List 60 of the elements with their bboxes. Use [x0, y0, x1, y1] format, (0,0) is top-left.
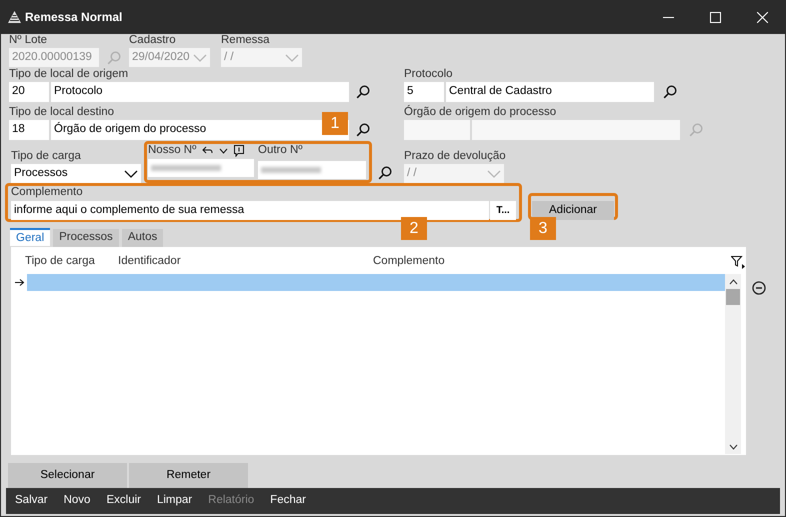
field-label: Nº Lote: [9, 34, 48, 47]
column-header[interactable]: Complemento: [373, 253, 723, 271]
field-label: Prazo de devolução: [404, 150, 506, 163]
column-header[interactable]: Identificador: [118, 253, 373, 271]
field-label: Tipo de local de origem: [9, 68, 130, 81]
remove-icon[interactable]: [752, 281, 766, 295]
action-button[interactable]: Remeter: [129, 463, 248, 488]
toolbar-button[interactable]: Novo: [64, 492, 90, 510]
row-pointer-icon: [15, 278, 25, 287]
toolbar-button[interactable]: Limpar: [156, 492, 192, 510]
search-icon[interactable]: [356, 123, 370, 137]
scroll-up-icon[interactable]: [728, 279, 738, 285]
maximize-icon[interactable]: [710, 12, 721, 22]
toolbar-button[interactable]: Fechar: [270, 492, 306, 510]
toolbar-button[interactable]: Excluir: [106, 492, 141, 510]
field-label: Tipo de carga: [11, 150, 82, 163]
chevron-down-icon[interactable]: [124, 170, 138, 178]
blurred-number-field[interactable]: [148, 159, 254, 177]
field-label: Órgão de origem do processo: [404, 106, 558, 119]
search-icon[interactable]: [378, 166, 392, 180]
field-label: Tipo de local destino: [9, 106, 116, 119]
tab[interactable]: Autos: [122, 229, 164, 247]
search-icon[interactable]: [356, 85, 370, 99]
chevron-down-icon[interactable]: [219, 148, 228, 154]
field-label: Nosso Nº: [148, 144, 196, 157]
tab[interactable]: Geral: [10, 228, 50, 246]
callout-number-badge: 1: [322, 112, 348, 135]
field-label: Protocolo: [404, 68, 454, 81]
window-title: Remessa Normal: [25, 9, 122, 26]
blurred-number-field[interactable]: [258, 161, 366, 179]
callout-number-badge: 2: [401, 217, 427, 240]
field-label: Outro Nº: [258, 144, 304, 157]
field-label: Remessa: [221, 34, 271, 47]
text-editor-button[interactable]: T...: [490, 201, 516, 220]
field-label: Cadastro: [129, 34, 177, 47]
field-label: Complemento: [11, 186, 84, 199]
code-field[interactable]: 18: [9, 120, 49, 140]
app-logo-icon: [8, 11, 21, 23]
close-icon[interactable]: [757, 12, 768, 22]
code-field[interactable]: [404, 120, 470, 140]
complement-field[interactable]: informe aqui o complemento de sua remessa: [11, 201, 489, 220]
cargo-type-dropdown[interactable]: Processos: [11, 164, 141, 183]
note-icon[interactable]: [234, 144, 244, 156]
scrollbar[interactable]: [725, 274, 741, 454]
scroll-thumb[interactable]: [726, 289, 740, 305]
action-button[interactable]: Selecionar: [8, 463, 127, 488]
scroll-down-icon[interactable]: [728, 444, 738, 450]
callout-number-badge: 3: [530, 217, 556, 240]
undo-arrow-icon[interactable]: [202, 146, 214, 155]
code-field[interactable]: 5: [404, 82, 444, 102]
search-icon[interactable]: [663, 85, 677, 99]
column-header[interactable]: Tipo de carga: [25, 253, 118, 271]
name-field[interactable]: Protocolo: [51, 82, 349, 102]
filter-icon[interactable]: [731, 256, 745, 268]
name-field[interactable]: [472, 120, 680, 140]
name-field[interactable]: Central de Cadastro: [446, 82, 654, 102]
code-field[interactable]: 20: [9, 82, 49, 102]
tab[interactable]: Processos: [53, 229, 119, 247]
toolbar-button[interactable]: Salvar: [15, 492, 48, 510]
add-button[interactable]: Adicionar: [532, 201, 614, 220]
